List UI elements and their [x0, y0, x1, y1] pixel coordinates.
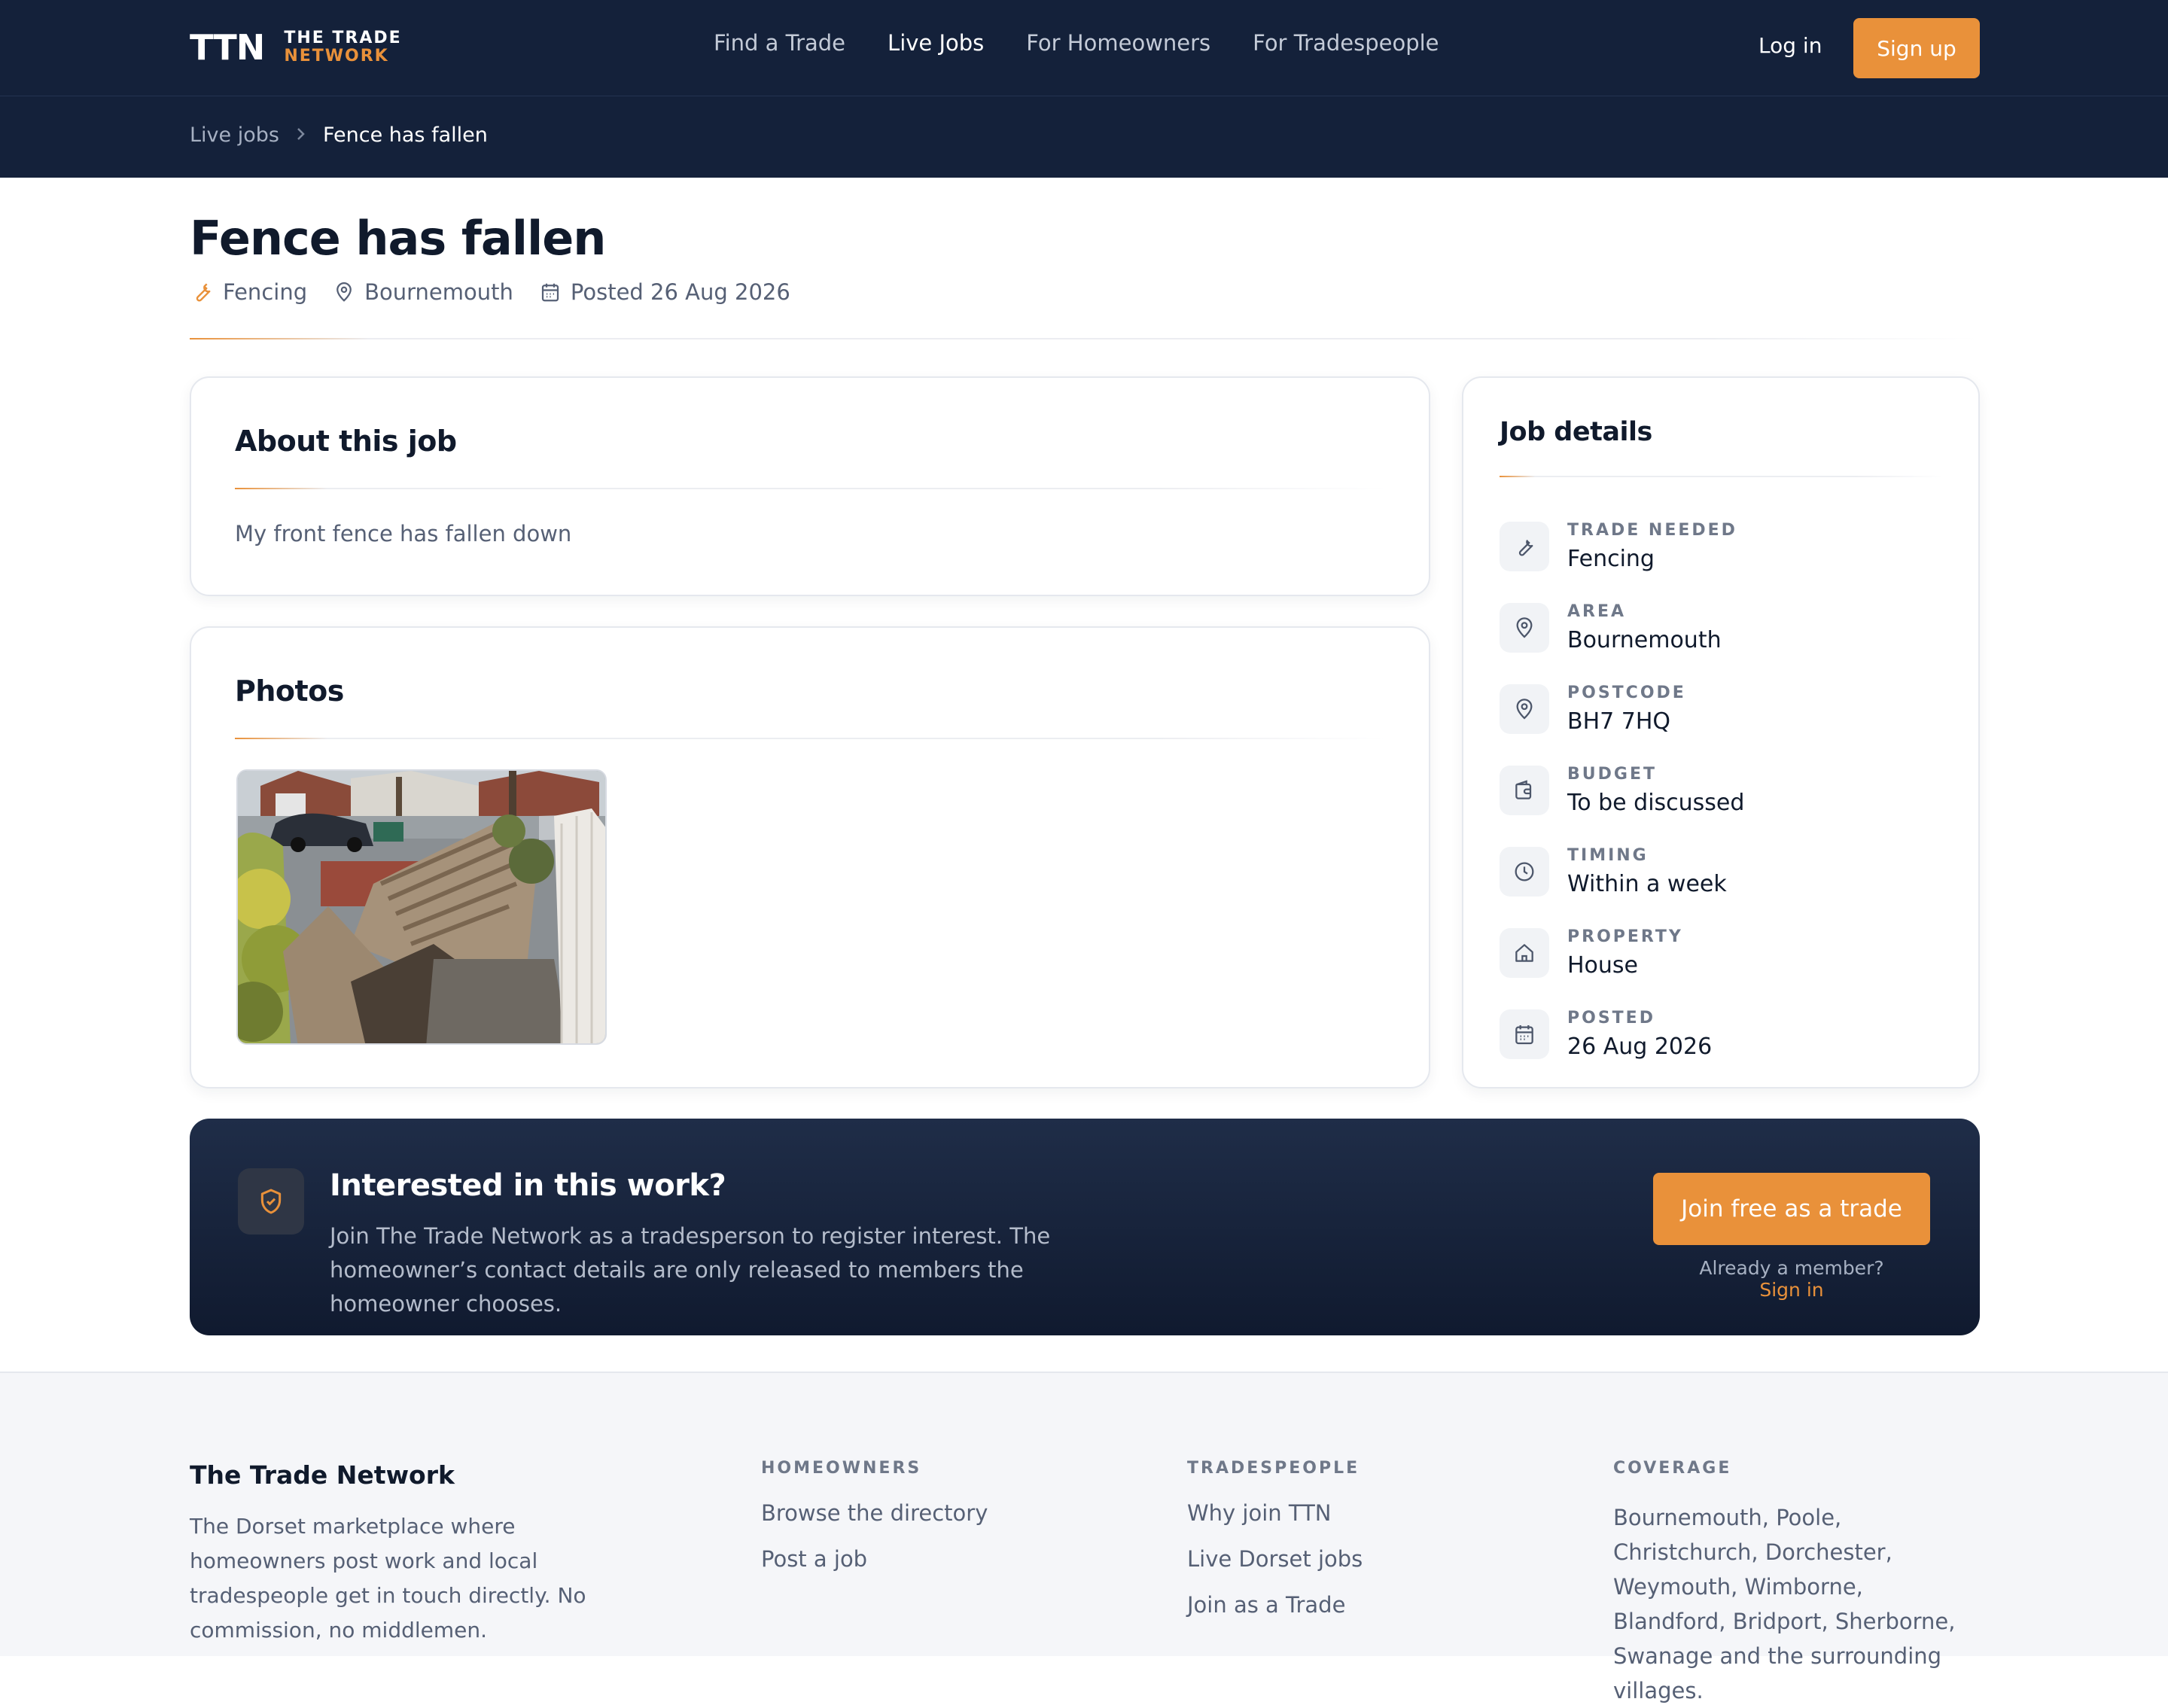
wrench-icon [196, 283, 211, 302]
calendar-icon [541, 283, 559, 302]
about-text: My front fence has fallen down [235, 521, 572, 546]
detail-label: POSTED [1567, 1009, 1655, 1028]
detail-value: 26 Aug 2026 [1567, 1034, 1713, 1060]
nav-links: Find a Trade Live Jobs For Homeowners Fo… [714, 30, 1439, 56]
footer-link-why-join[interactable]: Why join TTN [1187, 1500, 1363, 1546]
logo-mark: TTN [190, 27, 265, 68]
about-heading: About this job [235, 425, 457, 458]
signup-button[interactable]: Sign up [1853, 18, 1980, 78]
job-meta: Fencing Bournemouth Posted 26 Aug 2026 [190, 279, 816, 305]
job-header: Fence has fallen Fencing Bournemouth Pos… [190, 211, 816, 305]
detail-row-timing: TIMING Within a week [1500, 831, 1744, 912]
footer-coverage-text: Bournemouth, Poole, Christchurch, Dorche… [1613, 1505, 1956, 1703]
login-link[interactable]: Log in [1758, 33, 1822, 58]
map-pin-icon [336, 282, 352, 302]
details-heading: Job details [1500, 417, 1652, 447]
chevron-right-icon [296, 123, 306, 147]
logo[interactable]: TTN THE TRADE NETWORK [190, 27, 402, 68]
footer-link-browse-directory[interactable]: Browse the directory [761, 1500, 988, 1546]
photos-heading: Photos [235, 674, 344, 708]
detail-label: BUDGET [1567, 765, 1657, 784]
header-divider [190, 338, 1978, 339]
meta-location: Bournemouth [333, 279, 513, 305]
site-footer: The Trade Network The Dorset marketplace… [0, 1372, 2168, 1703]
details-rule [1500, 476, 1944, 477]
detail-label: PROPERTY [1567, 927, 1683, 946]
logo-line-1: THE TRADE [284, 29, 402, 47]
footer-tradespeople-heading: TRADESPEOPLE [1187, 1459, 1360, 1478]
footer-homeowners-heading: HOMEOWNERS [761, 1459, 922, 1478]
detail-row-property: PROPERTY House [1500, 912, 1744, 994]
meta-trade-text: Fencing [223, 279, 308, 305]
detail-value: Bournemouth [1567, 627, 1722, 653]
footer-link-join-trade[interactable]: Join as a Trade [1187, 1592, 1363, 1638]
map-pin-icon [1500, 684, 1549, 734]
top-nav: TTN THE TRADE NETWORK Find a Trade Live … [0, 0, 2168, 96]
about-card: About this job My front fence has fallen… [190, 376, 1430, 596]
shield-check-icon [238, 1168, 304, 1235]
meta-trade: Fencing [190, 279, 307, 305]
map-pin-icon [1500, 603, 1549, 653]
logo-text: THE TRADE NETWORK [284, 29, 401, 65]
wrench-icon [1500, 522, 1549, 571]
detail-row-postcode: POSTCODE BH7 7HQ [1500, 668, 1744, 750]
detail-row-budget: BUDGET To be discussed [1500, 750, 1744, 831]
detail-row-trade: TRADE NEEDED Fencing [1500, 506, 1744, 587]
nav-for-homeowners[interactable]: For Homeowners [1026, 30, 1210, 56]
join-free-button[interactable]: Join free as a trade [1653, 1173, 1930, 1245]
nav-live-jobs[interactable]: Live Jobs [888, 30, 984, 56]
about-rule [235, 488, 1387, 489]
footer-homeowners-links: Browse the directory Post a job [761, 1500, 988, 1592]
wallet-icon [1500, 766, 1549, 815]
already-member: Already a member? Sign in [1677, 1257, 1906, 1301]
footer-tradespeople-links: Why join TTN Live Dorset jobs Join as a … [1187, 1500, 1363, 1638]
calendar-icon [1500, 1009, 1549, 1059]
footer-link-live-jobs[interactable]: Live Dorset jobs [1187, 1546, 1363, 1592]
meta-posted: Posted 26 Aug 2026 [539, 279, 790, 305]
detail-label: TRADE NEEDED [1567, 521, 1737, 540]
breadcrumb-live-jobs[interactable]: Live jobs [190, 123, 279, 147]
job-photo[interactable] [236, 769, 607, 1045]
sign-in-link[interactable]: Sign in [1759, 1279, 1823, 1301]
footer-homeowners-col: HOMEOWNERS Browse the directory Post a j… [761, 1373, 988, 1592]
logo-line-2: NETWORK [284, 47, 389, 65]
job-details-card: Job details TRADE NEEDED Fencing AREA Bo… [1462, 376, 1980, 1088]
meta-posted-text: Posted 26 Aug 2026 [570, 279, 790, 305]
site-header: TTN THE TRADE NETWORK Find a Trade Live … [0, 0, 2168, 178]
breadcrumb-current: Fence has fallen [322, 123, 488, 147]
footer-tradespeople-col: TRADESPEOPLE Why join TTN Live Dorset jo… [1187, 1373, 1363, 1638]
detail-value: BH7 7HQ [1567, 708, 1671, 735]
nav-for-tradespeople[interactable]: For Tradespeople [1253, 30, 1439, 56]
photos-card: Photos [190, 626, 1430, 1088]
meta-location-text: Bournemouth [364, 279, 513, 305]
detail-value: Fencing [1567, 546, 1655, 572]
detail-value: Within a week [1567, 871, 1727, 897]
footer-brand-col: The Trade Network The Dorset marketplace… [190, 1373, 656, 1648]
footer-coverage-col: COVERAGE Bournemouth, Poole, Christchurc… [1613, 1373, 1975, 1708]
page-title: Fence has fallen [190, 211, 606, 266]
footer-description: The Dorset marketplace where homeowners … [190, 1514, 586, 1643]
details-list: TRADE NEEDED Fencing AREA Bournemouth PO… [1500, 506, 1744, 1075]
footer-coverage-heading: COVERAGE [1613, 1459, 1732, 1478]
photos-rule [235, 738, 1387, 739]
detail-row-area: AREA Bournemouth [1500, 587, 1744, 668]
already-member-text: Already a member? [1699, 1257, 1884, 1279]
footer-link-post-job[interactable]: Post a job [761, 1546, 988, 1592]
detail-row-posted: POSTED 26 Aug 2026 [1500, 994, 1744, 1075]
cta-text: Join The Trade Network as a tradesperson… [330, 1223, 1051, 1317]
interest-banner: Interested in this work? Join The Trade … [190, 1119, 1980, 1335]
home-icon [1500, 928, 1549, 978]
footer-brand: The Trade Network [190, 1460, 455, 1490]
detail-label: AREA [1567, 602, 1627, 621]
cta-title: Interested in this work? [330, 1168, 726, 1203]
detail-label: TIMING [1567, 846, 1649, 865]
detail-value: To be discussed [1567, 790, 1745, 816]
detail-value: House [1567, 952, 1639, 979]
clock-icon [1500, 847, 1549, 897]
nav-find-a-trade[interactable]: Find a Trade [714, 30, 845, 56]
breadcrumb: Live jobs Fence has fallen [190, 123, 488, 147]
detail-label: POSTCODE [1567, 684, 1686, 702]
